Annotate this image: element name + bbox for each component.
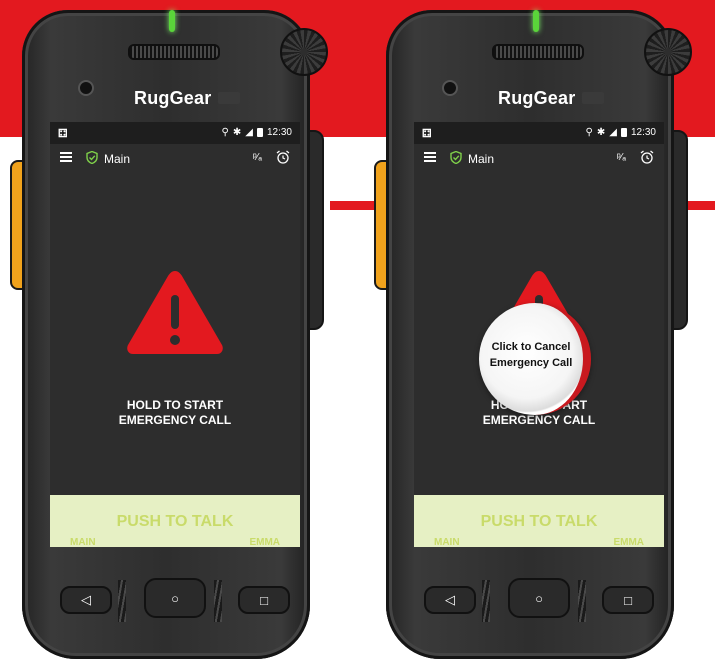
signal-icon: ◢ (609, 127, 617, 138)
menu-icon[interactable] (60, 152, 72, 162)
recent-apps-icon: □ (624, 592, 632, 608)
phone-left: RugGear ⚃ ⚲ ✱ ◢ 12:30 Main ᵖ⁄ₐ HOLD TO S… (10, 10, 328, 659)
hardware-nav-bar: ◁ ○ □ (52, 578, 298, 622)
sensor-window (218, 92, 240, 104)
home-button[interactable]: ○ (144, 578, 206, 618)
cancel-line-1: Click to Cancel (491, 341, 571, 353)
hardware-nav-bar: ◁ ○ □ (416, 578, 662, 622)
cancel-line-2: Emergency Call (489, 357, 573, 369)
app-bar: Main ᵖ⁄ₐ (414, 144, 664, 174)
nav-ridge (118, 580, 126, 622)
status-bar: ⚃ ⚲ ✱ ◢ 12:30 (414, 122, 664, 144)
ptt-channel-label: MAIN (70, 537, 96, 547)
push-to-talk-button[interactable]: PUSH TO TALK MAIN EMMA (50, 495, 300, 547)
channel-title[interactable]: Main (468, 152, 494, 166)
side-button-right[interactable] (672, 130, 688, 330)
warning-triangle-icon[interactable] (125, 267, 225, 357)
app-notification-icon: ⚃ (422, 128, 432, 140)
ptt-label: PUSH TO TALK (480, 513, 598, 530)
front-camera (78, 80, 94, 96)
bluetooth-icon: ✱ (596, 127, 606, 138)
front-camera (442, 80, 458, 96)
nav-ridge (482, 580, 490, 622)
signal-icon: ◢ (245, 127, 253, 138)
app-bar: Main ᵖ⁄ₐ (50, 144, 300, 174)
bluetooth-icon: ✱ (232, 127, 242, 138)
status-bar: ⚃ ⚲ ✱ ◢ 12:30 (50, 122, 300, 144)
channel-knob[interactable] (644, 28, 692, 76)
recent-apps-button[interactable]: □ (602, 586, 654, 614)
ptt-user-label: EMMA (249, 537, 280, 547)
app-notification-icon: ⚃ (58, 128, 68, 140)
sensor-window (582, 92, 604, 104)
instruction-line-2: EMERGENCY CALL (118, 413, 232, 427)
status-led (533, 10, 539, 32)
brand-logo: RugGear (134, 88, 212, 108)
channel-knob[interactable] (280, 28, 328, 76)
push-to-talk-button[interactable]: PUSH TO TALK MAIN EMMA (414, 495, 664, 547)
menu-icon[interactable] (424, 152, 436, 162)
home-button[interactable]: ○ (508, 578, 570, 618)
status-led (169, 10, 175, 32)
screen: ⚃ ⚲ ✱ ◢ 12:30 Main ᵖ⁄ₐ (414, 122, 664, 547)
battery-icon (256, 128, 263, 137)
alarm-clock-icon[interactable] (640, 150, 654, 164)
phone-right: RugGear ⚃ ⚲ ✱ ◢ 12:30 Main ᵖ⁄ₐ EMERGENCY… (374, 10, 692, 659)
ptt-channel-label: MAIN (434, 537, 460, 547)
recent-apps-button[interactable]: □ (238, 586, 290, 614)
recent-apps-icon: □ (260, 592, 268, 608)
location-icon: ⚲ (221, 127, 229, 138)
home-icon: ○ (535, 590, 543, 606)
screen: ⚃ ⚲ ✱ ◢ 12:30 Main ᵖ⁄ₐ (50, 122, 300, 547)
cancel-emergency-label: Click to Cancel Emergency Call (479, 339, 583, 371)
back-button[interactable]: ◁ (424, 586, 476, 614)
alarm-clock-icon[interactable] (276, 150, 290, 164)
brand-logo: RugGear (498, 88, 576, 108)
ptt-label: PUSH TO TALK (116, 513, 234, 530)
battery-icon (620, 128, 627, 137)
radio-signal-icon[interactable]: ᵖ⁄ₐ (617, 152, 626, 163)
status-icons: ⚲ ✱ ◢ 12:30 (586, 127, 656, 138)
clock: 12:30 (630, 127, 656, 138)
ptt-user-label: EMMA (613, 537, 644, 547)
shield-check-icon (86, 151, 98, 164)
emergency-call-instruction: HOLD TO START EMERGENCY CALL (50, 398, 300, 428)
home-icon: ○ (171, 590, 179, 606)
back-icon: ◁ (445, 592, 455, 607)
back-icon: ◁ (81, 592, 91, 607)
shield-check-icon (450, 151, 462, 164)
side-button-right[interactable] (308, 130, 324, 330)
cancel-emergency-button[interactable]: Click to Cancel Emergency Call (479, 303, 591, 415)
earpiece-speaker (128, 44, 220, 60)
radio-signal-icon[interactable]: ᵖ⁄ₐ (253, 152, 262, 163)
nav-ridge (214, 580, 222, 622)
nav-ridge (578, 580, 586, 622)
earpiece-speaker (492, 44, 584, 60)
instruction-line-1: HOLD TO START (126, 398, 224, 412)
clock: 12:30 (266, 127, 292, 138)
channel-title[interactable]: Main (104, 152, 130, 166)
status-icons: ⚲ ✱ ◢ 12:30 (222, 127, 292, 138)
location-icon: ⚲ (585, 127, 593, 138)
back-button[interactable]: ◁ (60, 586, 112, 614)
instruction-line-2: EMERGENCY CALL (482, 413, 596, 427)
